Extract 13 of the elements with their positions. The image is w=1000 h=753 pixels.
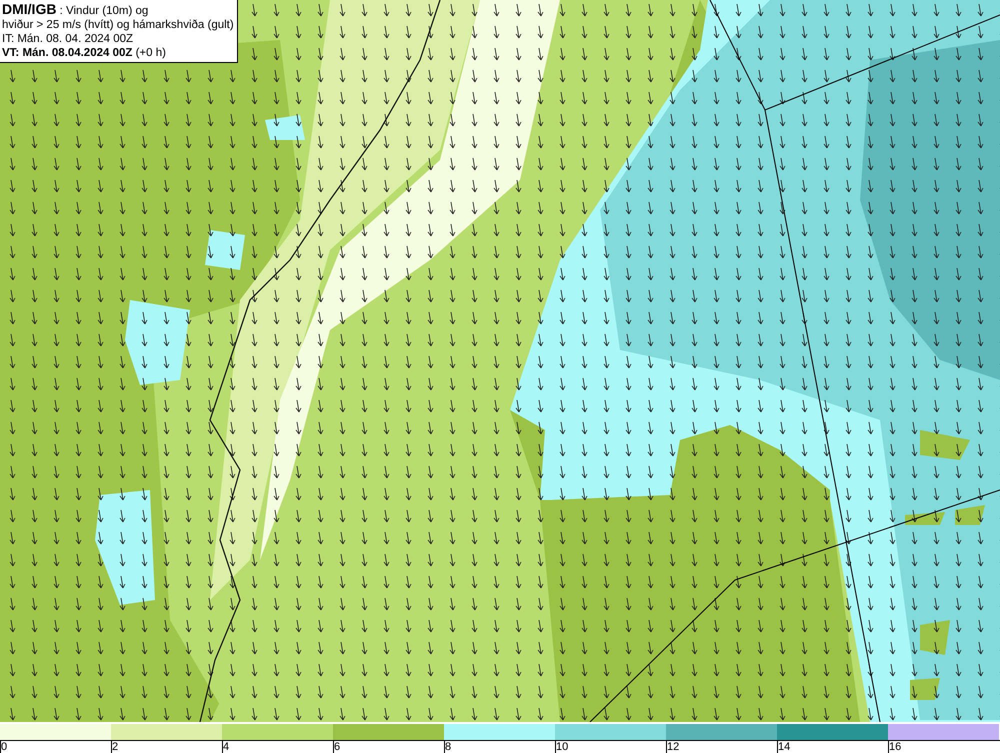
scale-tick-label: 0 — [1, 741, 8, 753]
map-title-line: VT: Mán. 08.04.2024 00Z (+0 h) — [2, 46, 167, 60]
scale-tick-label: 2 — [112, 741, 118, 753]
map-title-line: hviður > 25 m/s (hvítt) og hámarkshviða (gult) — [2, 18, 234, 32]
scale-tick-label: 12 — [667, 741, 680, 753]
scale-tick-label: 8 — [445, 741, 452, 753]
scale-tick-label: 4 — [223, 741, 230, 753]
scale-tick-label: 6 — [334, 741, 340, 753]
scale-tick-label: 10 — [556, 741, 568, 753]
scale-tick-label: 14 — [778, 741, 790, 753]
map-title-line: DMI/IGB : Vindur (10m) og — [2, 2, 150, 18]
map-title-line: IT: Mán. 08. 04. 2024 00Z — [2, 32, 134, 46]
scale-tick-label: 16 — [889, 741, 902, 753]
